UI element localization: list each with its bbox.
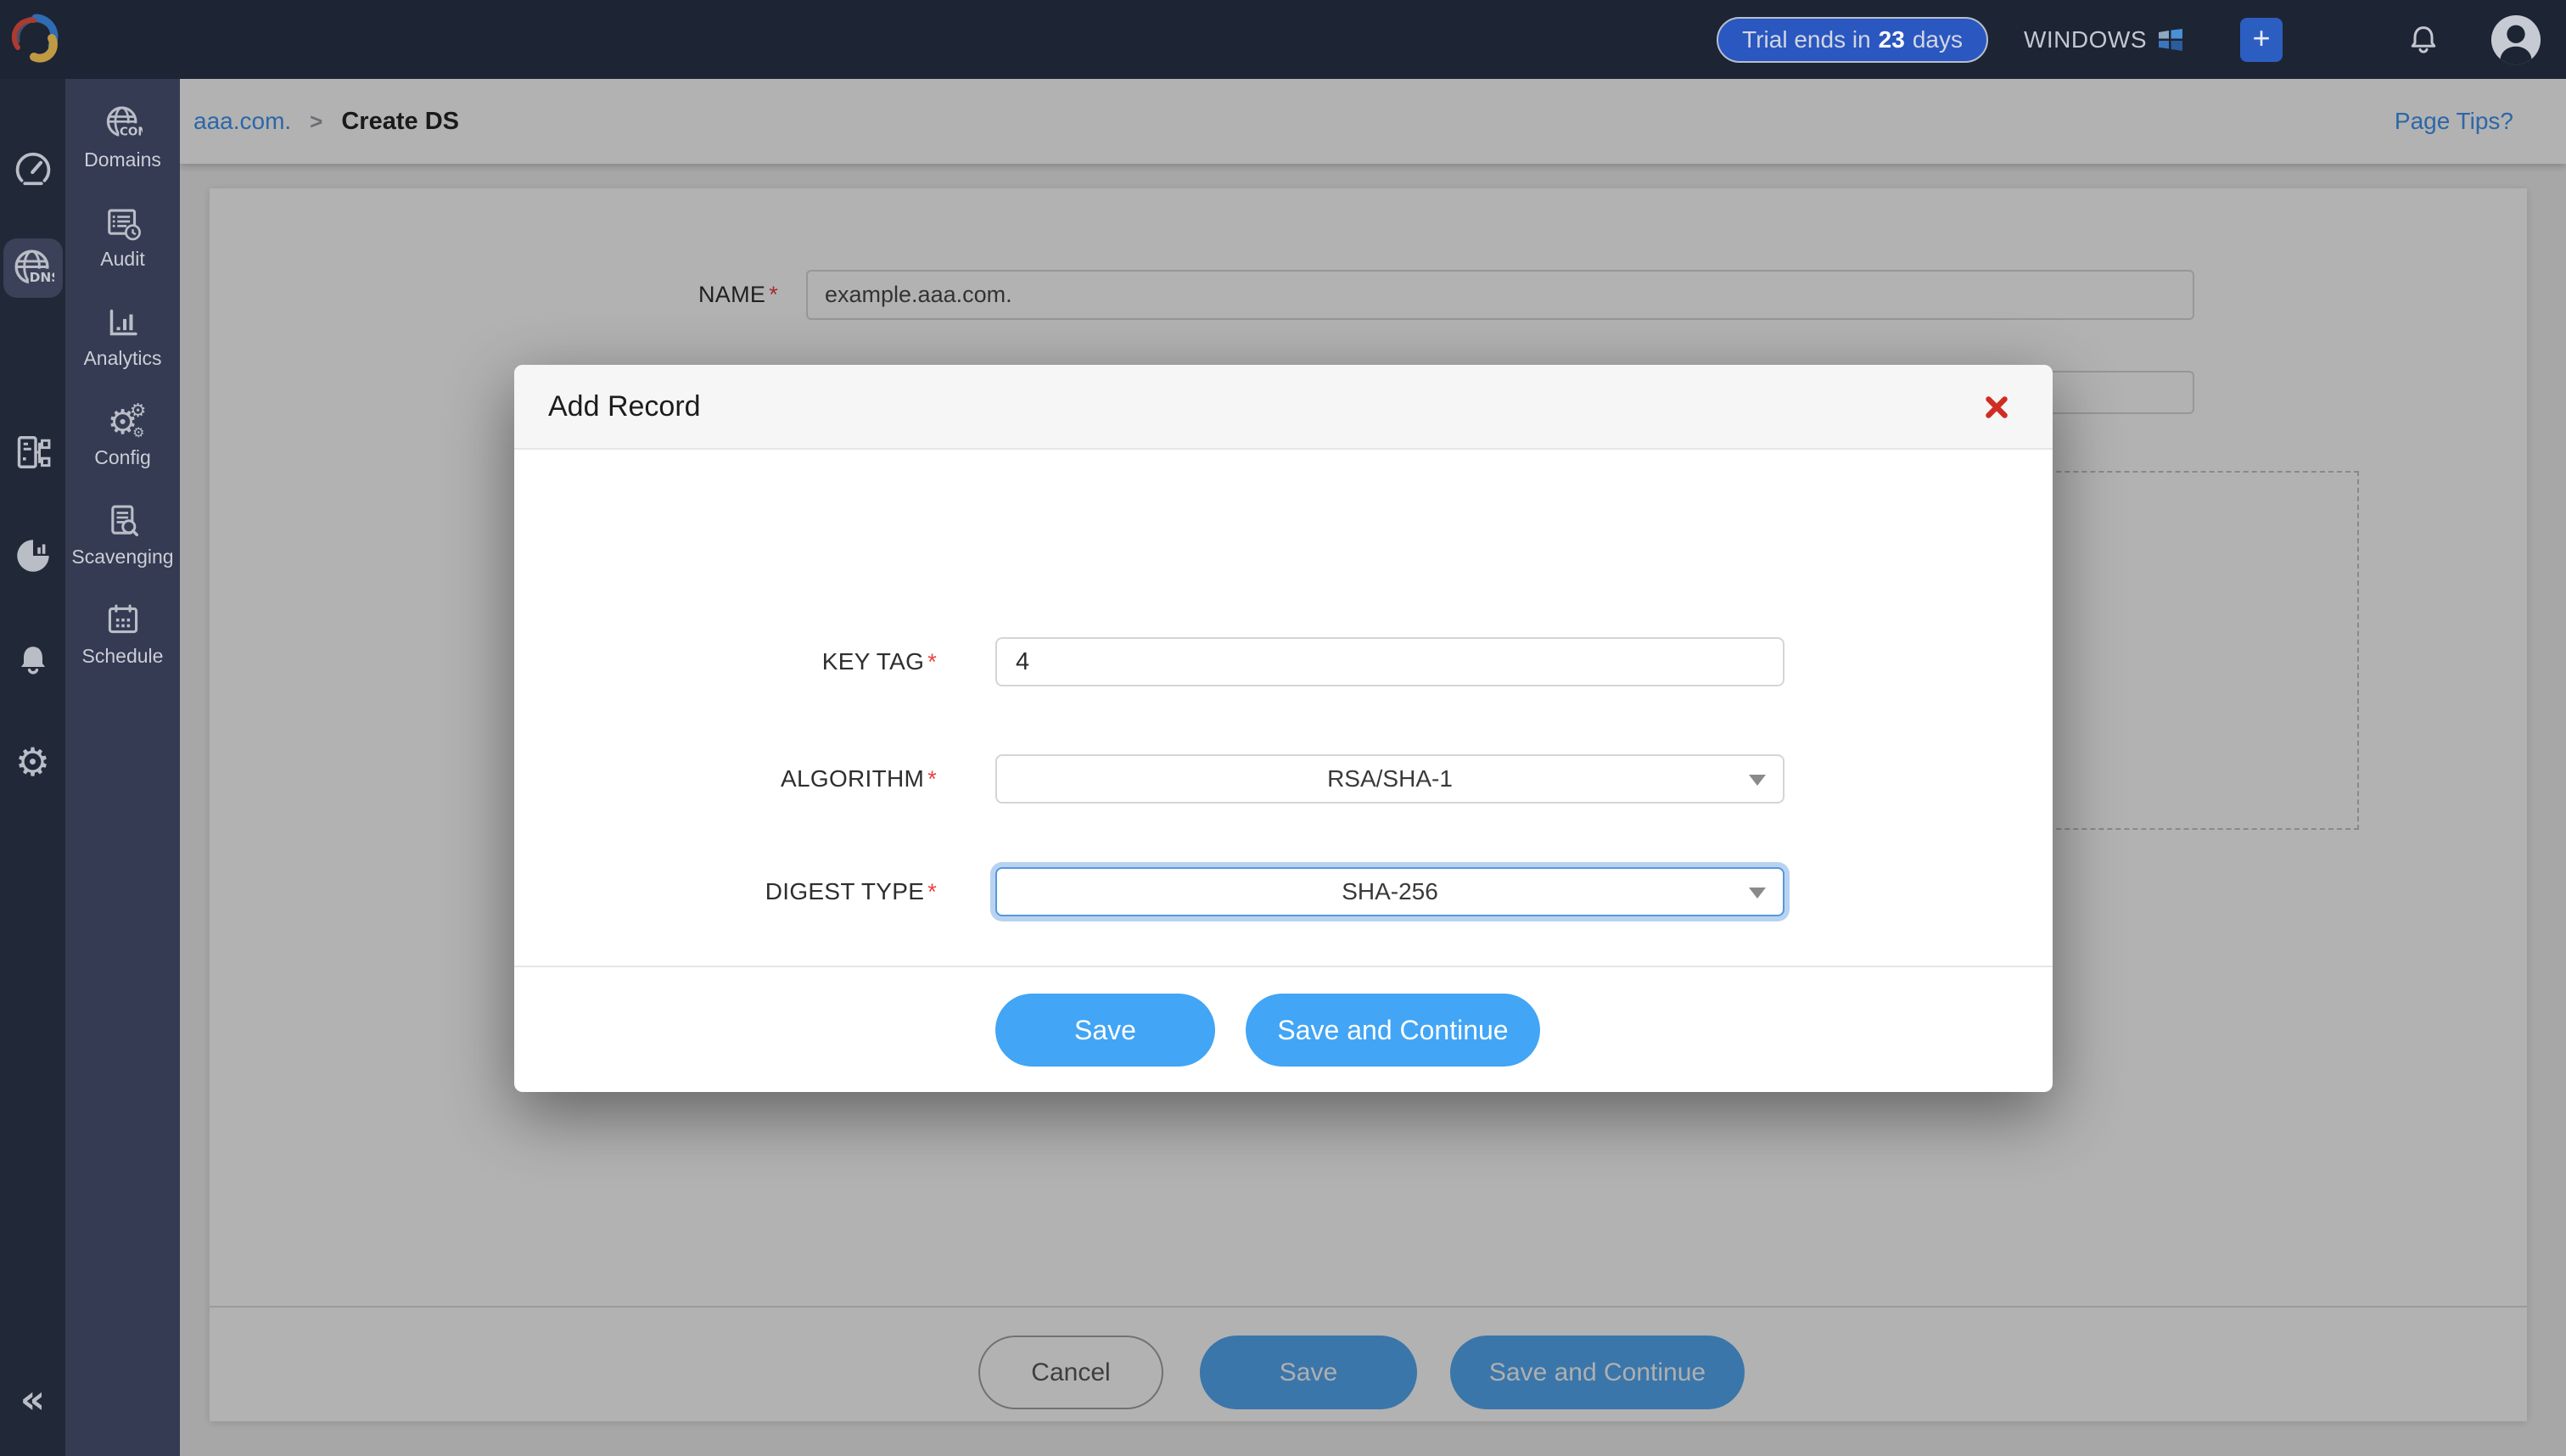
dashboard-gauge-icon[interactable] <box>13 149 53 190</box>
svg-text:COM: COM <box>119 126 142 139</box>
icon-rail: DNS <box>0 79 65 1456</box>
digest-type-value: SHA-256 <box>1342 878 1438 904</box>
close-icon[interactable] <box>1976 387 2017 428</box>
modal-footer-divider <box>514 966 2053 967</box>
sidebar-item-label: Audit <box>100 248 145 270</box>
sidebar-item-label: Domains <box>84 148 161 171</box>
brand-logo-icon[interactable] <box>8 10 63 64</box>
required-marker: * <box>927 648 937 675</box>
dns-nav-selected[interactable]: DNS <box>3 238 63 298</box>
digest-type-label: DIGEST TYPE * <box>765 878 937 904</box>
windows-logo-icon <box>2157 26 2184 53</box>
notifications-bell-icon[interactable] <box>2406 23 2440 57</box>
modal-save-and-continue-button[interactable]: Save and Continue <box>1246 994 1540 1067</box>
user-avatar[interactable] <box>2490 14 2542 66</box>
platform-indicator: WINDOWS <box>2024 26 2184 53</box>
alerts-bell-icon[interactable] <box>13 640 53 680</box>
sidebar-item-scavenging[interactable]: Scavenging <box>65 501 180 568</box>
config-gears-icon: ⚙ ⚙ ⚙ <box>107 400 147 442</box>
domains-globe-icon: COM <box>104 104 143 143</box>
key-tag-input[interactable] <box>995 637 1784 686</box>
reports-pie-icon[interactable] <box>13 535 53 576</box>
algorithm-label: ALGORITHM * <box>781 765 937 792</box>
trial-days: 23 <box>1878 25 1905 53</box>
required-marker: * <box>927 765 937 792</box>
chevron-down-icon <box>1749 775 1766 786</box>
analytics-bars-icon <box>104 303 143 342</box>
sidebar-item-domains[interactable]: COM Domains <box>65 104 180 171</box>
dns-subnav: COM Domains Audit <box>65 79 180 1456</box>
modal-title: Add Record <box>548 389 701 423</box>
sidebar-collapse-button[interactable]: « <box>0 1376 65 1422</box>
add-button[interactable]: + <box>2240 17 2283 62</box>
add-record-modal: Add Record KEY TAG* ALGORITHM* RSA/SHA-1… <box>514 365 2053 1092</box>
app-window: Trial ends in 23 days WINDOWS + DN ⚙ « C… <box>0 0 2566 1456</box>
chevron-down-icon <box>1749 888 1766 899</box>
sidebar-item-label: Scavenging <box>71 546 174 568</box>
modal-header: Add Record <box>514 365 2053 450</box>
sidebar-item-schedule[interactable]: Schedule <box>65 601 180 668</box>
scavenging-search-doc-icon <box>104 501 143 540</box>
digest-type-select[interactable]: SHA-256 <box>995 867 1784 916</box>
algorithm-select[interactable]: RSA/SHA-1 <box>995 754 1784 804</box>
trial-countdown-button[interactable]: Trial ends in 23 days <box>1717 16 1988 63</box>
sidebar-item-label: Analytics <box>83 347 162 369</box>
trial-suffix: days <box>1912 25 1963 53</box>
algorithm-value: RSA/SHA-1 <box>1327 765 1453 792</box>
sidebar-item-label: Config <box>94 446 151 468</box>
svg-text:DNS: DNS <box>29 270 53 285</box>
dns-globe-icon: DNS <box>14 249 54 285</box>
audit-log-icon <box>104 204 143 243</box>
sidebar-item-analytics[interactable]: Analytics <box>65 303 180 370</box>
topbar: Trial ends in 23 days WINDOWS + <box>0 0 2566 79</box>
trial-prefix: Trial ends in <box>1742 25 1871 53</box>
modal-save-button[interactable]: Save <box>995 994 1215 1067</box>
key-tag-label: KEY TAG * <box>821 648 937 675</box>
required-marker: * <box>927 878 937 904</box>
settings-gear-wrench-icon[interactable]: ⚙ <box>13 742 53 782</box>
sidebar-item-audit[interactable]: Audit <box>65 204 180 271</box>
topbar-actions: Trial ends in 23 days WINDOWS + <box>1717 0 2542 79</box>
platform-label: WINDOWS <box>2023 25 2147 53</box>
sidebar-item-label: Schedule <box>81 645 164 667</box>
sidebar-item-config[interactable]: ⚙ ⚙ ⚙ Config <box>65 402 180 469</box>
schedule-calendar-icon <box>104 601 143 640</box>
